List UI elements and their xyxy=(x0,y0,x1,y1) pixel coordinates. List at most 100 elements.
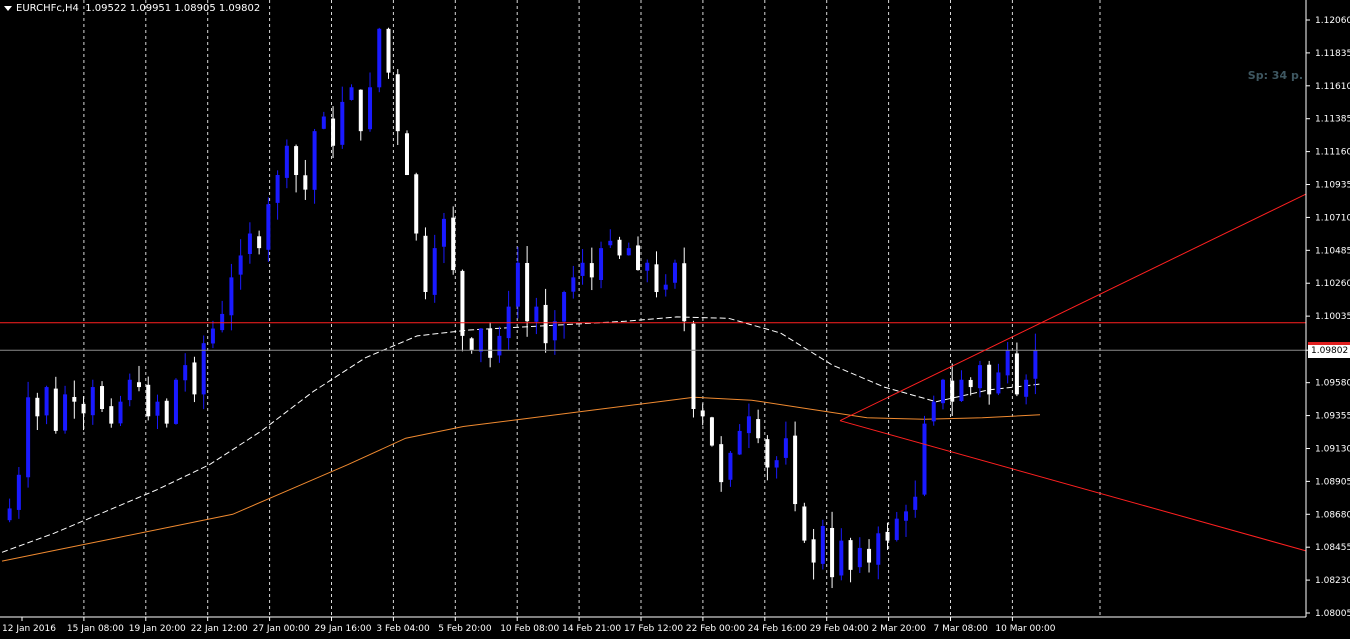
candle-body xyxy=(404,133,409,176)
ohlc-values: 1.09522 1.09951 1.08905 1.09802 xyxy=(85,3,261,14)
candle-body xyxy=(368,87,373,130)
chart-background xyxy=(0,0,1350,639)
time-label: 7 Mar 08:00 xyxy=(934,624,989,634)
candle-body xyxy=(16,474,21,510)
candle-body xyxy=(303,175,308,190)
candle-body xyxy=(247,233,252,254)
price-label: 1.11385 xyxy=(1315,115,1350,125)
candle-body xyxy=(515,262,520,307)
candle-body xyxy=(867,548,872,563)
price-label: 1.10035 xyxy=(1315,312,1350,322)
price-label: 1.08230 xyxy=(1315,576,1350,586)
price-label: 1.08905 xyxy=(1315,477,1350,487)
candle-body xyxy=(857,547,862,568)
candle-body xyxy=(746,416,751,434)
candle-body xyxy=(996,372,1001,394)
price-label: 1.08005 xyxy=(1315,609,1350,619)
candle-body xyxy=(719,444,724,483)
candle-body xyxy=(136,382,141,388)
price-label: 1.10935 xyxy=(1315,181,1350,191)
candle-body xyxy=(488,328,493,358)
candle-body xyxy=(238,255,243,275)
candle-body xyxy=(100,386,105,409)
candle-body xyxy=(386,28,391,73)
candle-body xyxy=(959,379,964,402)
time-label: 19 Jan 20:00 xyxy=(129,624,186,634)
candle-body xyxy=(432,248,437,295)
candle-body xyxy=(275,175,280,203)
candle-body xyxy=(636,245,641,271)
candle-body xyxy=(811,539,816,563)
time-label: 17 Feb 12:00 xyxy=(624,624,683,634)
candle-body xyxy=(571,277,576,292)
price-label: 1.09355 xyxy=(1315,412,1350,422)
candle-body xyxy=(478,328,483,352)
candle-body xyxy=(894,518,899,540)
price-label: 1.10710 xyxy=(1315,213,1350,223)
candle-body xyxy=(53,388,58,431)
candle-body xyxy=(876,533,881,565)
candle-body xyxy=(950,380,955,402)
candle-body xyxy=(691,323,696,409)
dropdown-triangle-icon[interactable] xyxy=(4,5,12,11)
candle-body xyxy=(1024,379,1029,397)
candle-body xyxy=(118,401,123,424)
price-label: 1.08455 xyxy=(1315,543,1350,553)
candle-body xyxy=(331,118,336,146)
candle-body xyxy=(672,262,677,283)
price-label: 1.12060 xyxy=(1315,16,1350,26)
candle-body xyxy=(589,263,594,278)
candle-body xyxy=(155,401,160,416)
candle-body xyxy=(35,397,40,417)
candle-body xyxy=(173,379,178,424)
time-label: 3 Feb 04:00 xyxy=(376,624,430,634)
time-label: 15 Jan 08:00 xyxy=(67,624,124,634)
candle-body xyxy=(552,321,557,341)
candle-body xyxy=(266,204,271,250)
chart-header[interactable]: EURCHFc,H4 1.09522 1.09951 1.08905 1.098… xyxy=(4,3,260,14)
time-label: 2 Mar 20:00 xyxy=(872,624,927,634)
candle-body xyxy=(183,365,188,381)
candle-body xyxy=(765,439,770,468)
candle-body xyxy=(414,174,419,234)
candle-body xyxy=(146,384,151,417)
candle-body xyxy=(968,379,973,388)
price-chart[interactable]: 12 Jan 2016 15 Jan 08:00 19 Jan 20:00 22 Ja… xyxy=(0,0,1350,639)
time-label: 22 Feb 00:00 xyxy=(686,624,745,634)
candle-body xyxy=(192,362,197,395)
candle-body xyxy=(210,328,215,344)
candle-body xyxy=(839,540,844,576)
candle-body xyxy=(90,387,95,416)
candle-body xyxy=(534,306,539,322)
candle-body xyxy=(793,435,798,505)
candle-body xyxy=(460,270,465,336)
candle-body xyxy=(848,540,853,570)
candle-body xyxy=(663,284,668,290)
candle-body xyxy=(469,338,474,351)
candle-body xyxy=(931,401,936,422)
candle-body xyxy=(340,101,345,145)
candle-body xyxy=(709,417,714,446)
candle-body xyxy=(497,335,502,356)
price-label: 1.09130 xyxy=(1315,444,1350,454)
current-price-tag: 1.09802 xyxy=(1308,345,1350,358)
candle-body xyxy=(1005,350,1010,376)
candle-body xyxy=(312,131,317,190)
candle-body xyxy=(904,511,909,521)
candle-body xyxy=(783,438,788,458)
candle-body xyxy=(562,292,567,322)
candle-body xyxy=(377,28,382,88)
time-label: 24 Feb 16:00 xyxy=(748,624,807,634)
time-label: 29 Jan 16:00 xyxy=(315,624,372,634)
candle-body xyxy=(977,365,982,389)
symbol-label: EURCHFc,H4 xyxy=(16,3,79,14)
candle-body xyxy=(654,264,659,293)
candle-body xyxy=(617,239,622,256)
candle-body xyxy=(294,146,299,176)
candle-body xyxy=(284,145,289,178)
candle-body xyxy=(830,527,835,578)
time-label: 22 Jan 12:00 xyxy=(191,624,248,634)
candle-body xyxy=(349,87,354,100)
time-label: 27 Jan 00:00 xyxy=(253,624,310,634)
candle-body xyxy=(257,236,262,249)
